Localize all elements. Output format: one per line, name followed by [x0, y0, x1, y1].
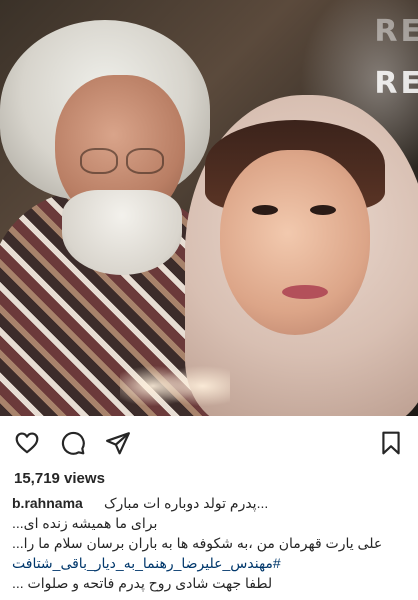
candle-lights [120, 350, 230, 410]
caption-line: علی یارت قهرمان من ،به شکوفه ها به باران… [12, 535, 383, 551]
glasses-right-lens [126, 148, 164, 174]
post-photo[interactable]: RE RE [0, 0, 418, 416]
woman-eye-right [310, 205, 336, 215]
caption-line: برای ما همیشه زنده ای... [12, 515, 158, 531]
share-icon[interactable] [105, 430, 131, 456]
woman-face [220, 150, 370, 335]
caption-line: ...پدرم تولد دوباره ات مبارک [104, 495, 269, 511]
heart-icon[interactable] [14, 430, 40, 456]
caption-line: لطفا جهت شادی روح پدرم فاتحه و صلوات ... [12, 575, 273, 591]
username-link[interactable]: b.rahnama [12, 495, 83, 511]
bookmark-icon[interactable] [378, 430, 404, 456]
woman-lips [282, 285, 328, 299]
post-caption: b.rahnama ...پدرم تولد دوباره ات مبارک ب… [12, 493, 410, 593]
woman-eye-left [252, 205, 278, 215]
background-sign: RE RE [374, 14, 418, 101]
comment-icon[interactable] [60, 430, 86, 456]
hashtag-link[interactable]: #مهندس_علیرضا_رهنما_به_دیار_باقی_شتافت [12, 553, 410, 573]
glasses-left-lens [80, 148, 118, 174]
man-beard [62, 190, 182, 275]
views-count[interactable]: 15,719 views [14, 470, 105, 487]
post-action-bar [0, 416, 418, 468]
